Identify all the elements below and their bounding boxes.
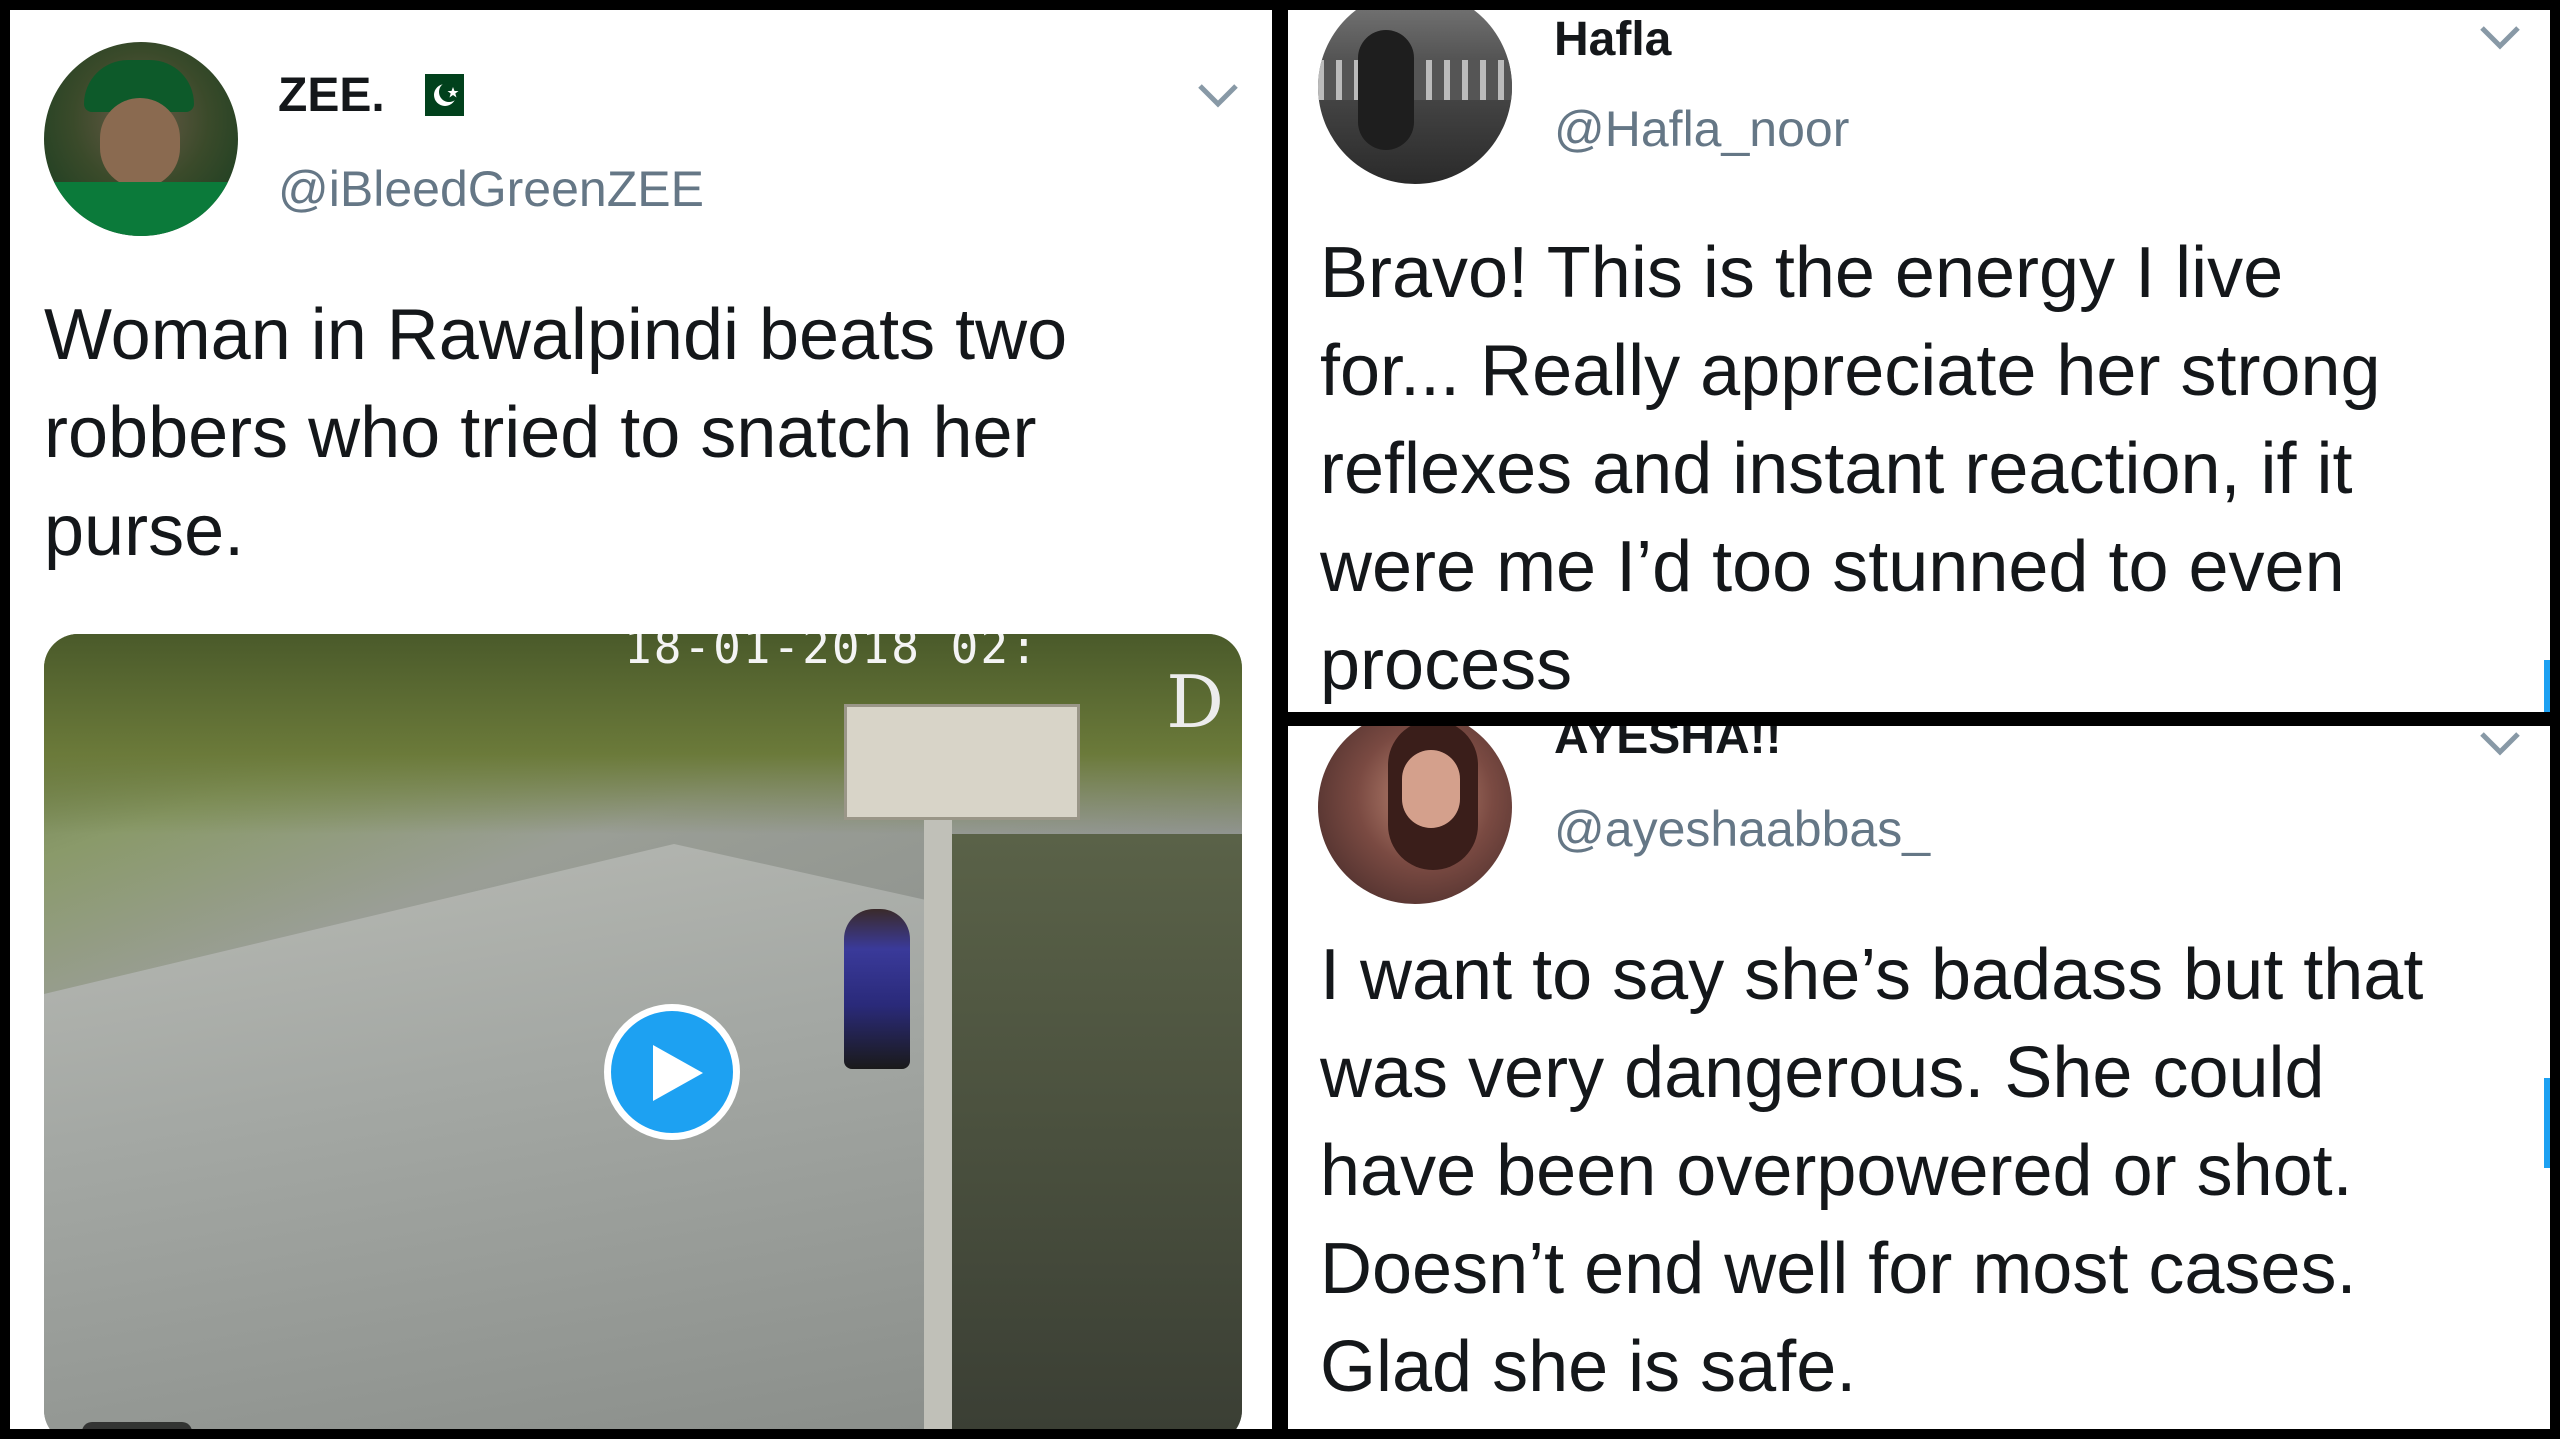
display-name[interactable]: ZEE.: [278, 68, 385, 123]
avatar[interactable]: [1318, 726, 1512, 904]
scrollbar[interactable]: [2544, 1078, 2550, 1168]
avatar-face: [100, 98, 180, 188]
user-handle[interactable]: @Hafla_noor: [1554, 100, 1849, 158]
avatar[interactable]: [1318, 10, 1512, 184]
tweet-text-line: have been overpowered or shot.: [1320, 1131, 2353, 1211]
tweet-text-line: were me I’d too stunned to even: [1320, 527, 2345, 607]
pakistan-flag-icon: [412, 74, 464, 116]
scrollbar[interactable]: [2544, 660, 2550, 712]
tweet-card-hafla: Hafla @Hafla_noor Bravo! This is the ene…: [1288, 10, 2550, 712]
tweet-text: I want to say she’s badass but that was …: [1320, 926, 2545, 1416]
chevron-down-icon[interactable]: [2478, 728, 2522, 758]
tweet-text-line: Bravo! This is the energy I live: [1320, 233, 2284, 313]
tweet-text: Woman in Rawalpindi beats two robbers wh…: [44, 286, 1244, 580]
video-player[interactable]: 18-01-2018 02: D: [44, 634, 1242, 1429]
tweet-text-line: Doesn’t end well for most cases.: [1320, 1229, 2357, 1309]
tweet-text-line: was very dangerous. She could: [1320, 1033, 2325, 1113]
avatar-jersey: [44, 182, 238, 236]
avatar-face: [1402, 750, 1460, 828]
tweet-text-line: Glad she is safe.: [1320, 1327, 1857, 1407]
avatar[interactable]: [44, 42, 238, 236]
tweet-text-line: purse.: [44, 491, 245, 571]
video-road: [44, 844, 944, 1429]
play-button[interactable]: [604, 1004, 740, 1140]
tweet-card-zee: ZEE. @iBleedGreenZEE Woman in Rawalpindi…: [10, 10, 1272, 1429]
video-overlay-timestamp: 18-01-2018 02:: [624, 634, 1040, 674]
video-wall: [944, 834, 1242, 1429]
user-handle[interactable]: @iBleedGreenZEE: [278, 160, 704, 218]
avatar-figure: [1358, 30, 1414, 150]
tweet-text: Bravo! This is the energy I live for... …: [1320, 224, 2540, 712]
tweet-card-ayesha: AYESHA!! @ayeshaabbas_ I want to say she…: [1288, 726, 2550, 1429]
chevron-down-icon[interactable]: [2478, 22, 2522, 52]
tweet-text-line: I want to say she’s badass but that: [1320, 935, 2424, 1015]
display-name[interactable]: Hafla: [1554, 12, 1671, 67]
video-pole: [924, 734, 952, 1429]
video-camera-label: D: [1166, 660, 1224, 744]
chevron-down-icon[interactable]: [1196, 80, 1240, 110]
user-handle[interactable]: @ayeshaabbas_: [1554, 800, 1930, 858]
play-icon: [653, 1045, 703, 1101]
tweet-text-line: for... Really appreciate her strong: [1320, 331, 2381, 411]
avatar-railing: [1318, 60, 1512, 100]
tweet-text-line: process: [1320, 625, 1573, 705]
tweet-text-line: reflexes and instant reaction, if it: [1320, 429, 2353, 509]
video-duration-badge: [82, 1422, 192, 1429]
video-billboard: [844, 704, 1080, 820]
tweet-text-line: Woman in Rawalpindi beats two: [44, 295, 1068, 375]
display-name[interactable]: AYESHA!!: [1554, 726, 1782, 765]
tweet-text-line: robbers who tried to snatch her: [44, 393, 1037, 473]
video-person: [844, 909, 910, 1069]
